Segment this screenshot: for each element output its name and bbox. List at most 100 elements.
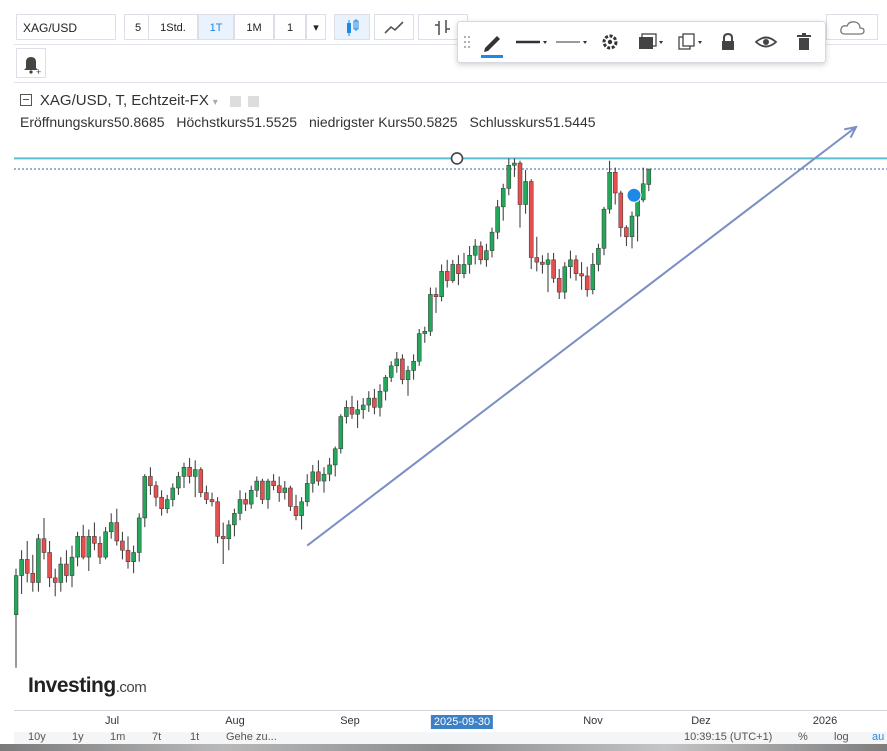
candle-body	[416, 333, 422, 362]
chart-left-edge	[0, 82, 14, 710]
candle-body	[260, 480, 265, 500]
high-value: 51.5525	[246, 114, 298, 130]
candle-body	[517, 162, 523, 205]
candle-body	[388, 365, 394, 378]
candle-body	[467, 254, 472, 265]
candle-body	[383, 377, 388, 392]
drawing-anchor-handle[interactable]	[450, 152, 464, 165]
trendline-drawing	[306, 126, 857, 547]
candle-body	[377, 390, 383, 408]
percent-scale-button[interactable]: %	[798, 731, 808, 743]
range-10y-button[interactable]: 10y	[28, 731, 46, 743]
candle-body	[439, 271, 444, 297]
clone-icon[interactable]	[674, 28, 706, 56]
candle-body	[372, 397, 377, 408]
candle-body	[47, 552, 52, 579]
trash-icon[interactable]	[790, 28, 818, 56]
x-axis: Jul Aug Sep 2025-09-30 Nov Dez 2026	[14, 710, 887, 733]
candle-body	[590, 264, 596, 291]
candle-body	[131, 552, 136, 562]
legend-dropdown-icon[interactable]: ▾	[213, 97, 218, 108]
settings-icon[interactable]	[596, 28, 624, 56]
candle-body	[293, 506, 299, 516]
background-strip	[0, 744, 887, 751]
x-tick-highlight: 2025-09-30	[430, 715, 494, 729]
candle-body	[153, 485, 159, 498]
candle-body	[629, 215, 635, 238]
goto-button[interactable]: Gehe zu...	[226, 731, 277, 743]
candle-body	[562, 266, 568, 293]
range-1m-button[interactable]: 1m	[110, 731, 125, 743]
drag-handle-icon[interactable]	[462, 28, 472, 56]
candle-body	[556, 278, 562, 293]
eye-icon[interactable]	[752, 28, 780, 56]
open-label: Eröffnungskurs	[20, 114, 114, 130]
candle-body	[428, 294, 433, 332]
x-tick-label: Nov	[583, 715, 603, 727]
candle-body	[86, 536, 92, 558]
legend-eye-icon[interactable]	[229, 95, 241, 107]
candle-body	[551, 259, 556, 279]
candle-body	[204, 492, 209, 500]
candle-body	[120, 540, 125, 551]
candle-body	[276, 485, 282, 493]
candle-body	[36, 538, 41, 583]
candle-body	[534, 257, 540, 263]
fill-icon[interactable]	[634, 28, 666, 56]
open-value: 50.8685	[113, 114, 165, 130]
candle-body	[344, 407, 349, 417]
log-scale-button[interactable]: log	[834, 731, 849, 743]
lock-icon[interactable]	[714, 28, 742, 56]
range-1t-button[interactable]: 1t	[190, 731, 199, 743]
candle-body	[472, 245, 478, 256]
candle-body	[360, 404, 366, 410]
candle-body	[69, 556, 75, 576]
candle-body	[97, 543, 103, 558]
legend-settings-icon[interactable]	[247, 95, 259, 107]
candle-body	[226, 524, 232, 539]
candle-body	[478, 245, 484, 261]
candle-body	[248, 490, 254, 505]
candle-body	[254, 480, 260, 491]
candle-body	[142, 476, 148, 519]
candle-body	[461, 264, 467, 274]
candle-body	[349, 407, 355, 415]
candle-body	[282, 487, 288, 493]
candle-body	[215, 501, 220, 537]
candle-body	[640, 183, 646, 201]
line-width-icon[interactable]	[554, 28, 590, 56]
candle-body	[456, 264, 461, 274]
candle-body	[170, 487, 176, 500]
pencil-icon[interactable]	[478, 28, 506, 58]
candle-body	[355, 409, 360, 415]
candle-body	[265, 480, 271, 500]
candle-body	[506, 165, 512, 189]
candle-body	[607, 172, 612, 210]
candle-body	[528, 181, 534, 258]
candle-body	[92, 536, 97, 544]
candle-body	[523, 181, 528, 205]
candle-body	[568, 259, 573, 267]
range-1y-button[interactable]: 1y	[72, 731, 84, 743]
line-style-icon[interactable]	[514, 28, 550, 56]
candle-body	[400, 358, 405, 380]
clock-readout: 10:39:15 (UTC+1)	[684, 731, 773, 743]
candle-body	[500, 188, 506, 208]
auto-scale-button[interactable]: au	[872, 731, 884, 743]
candle-body	[30, 573, 36, 583]
candle-body	[618, 192, 624, 228]
candle-body	[495, 206, 500, 233]
range-7t-button[interactable]: 7t	[152, 731, 161, 743]
candle-body	[13, 575, 19, 615]
candle-body	[310, 471, 316, 484]
candle-body	[24, 559, 30, 574]
candle-body	[304, 483, 310, 503]
candle-body	[181, 466, 187, 477]
candle-body	[484, 250, 489, 261]
candle-body	[80, 536, 86, 558]
collapse-legend-icon[interactable]	[20, 94, 32, 107]
candle-body	[209, 499, 215, 503]
close-label: Schlusskurs	[469, 114, 545, 130]
candle-body	[108, 522, 114, 533]
price-chart[interactable]	[0, 0, 887, 751]
